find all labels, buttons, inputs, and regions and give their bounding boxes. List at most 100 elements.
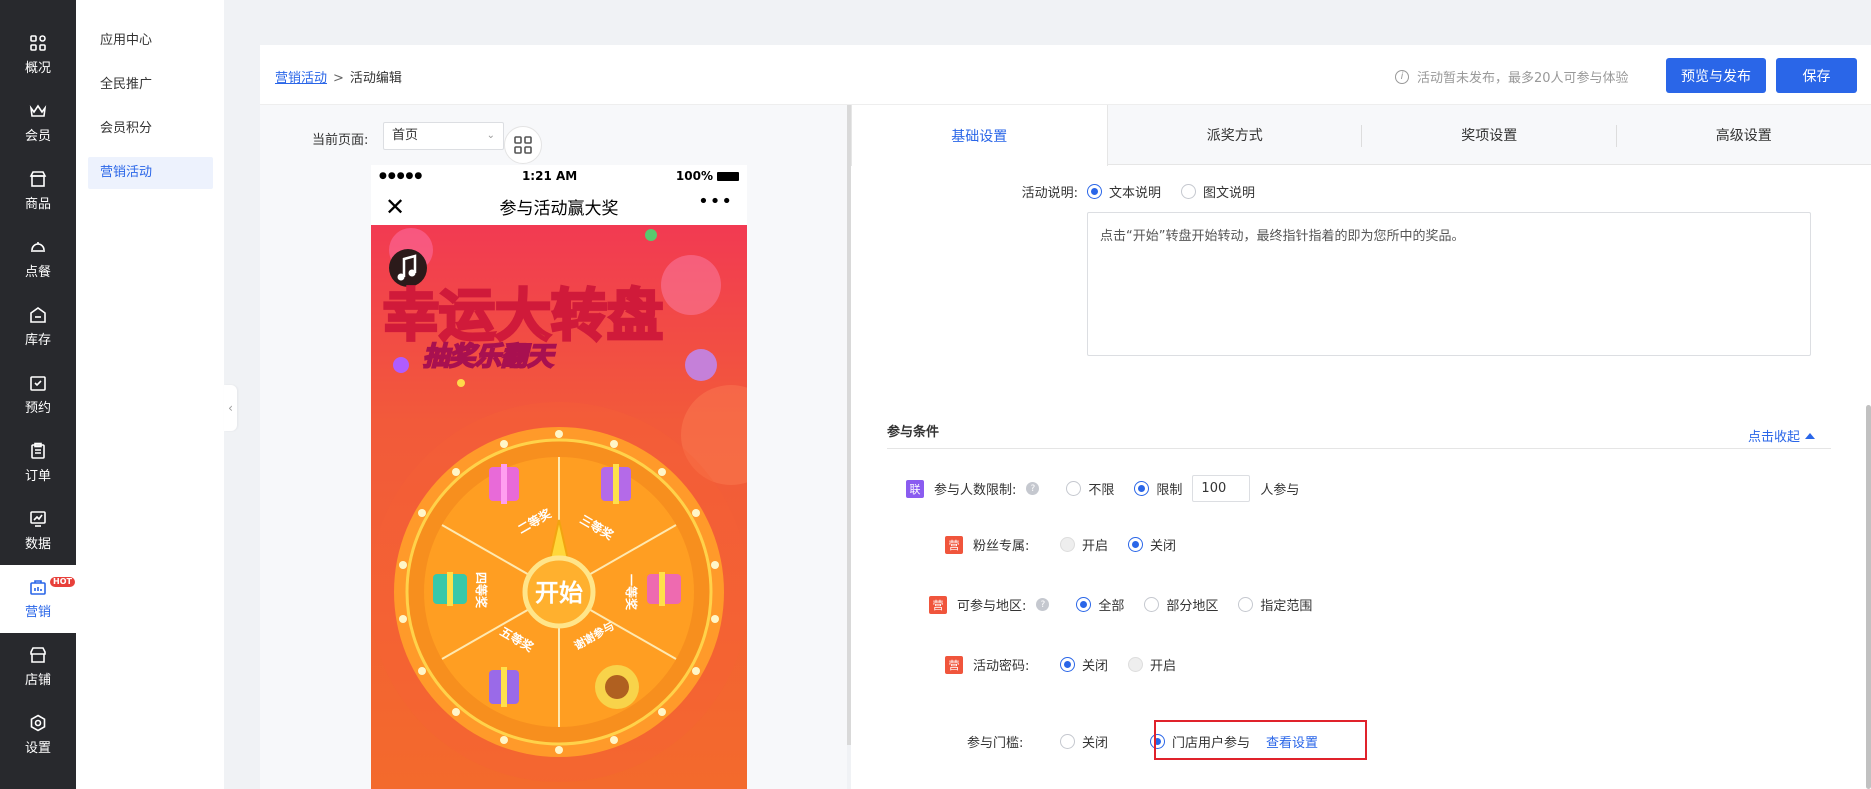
- union-tag: 联: [906, 479, 924, 498]
- subnav-item-promotion[interactable]: 全民推广: [88, 69, 213, 101]
- gift-icon: [595, 665, 639, 709]
- notice-text: 活动暂未发布，最多20人可参与体验: [1417, 71, 1629, 86]
- prize-label: 一等奖: [624, 574, 639, 611]
- save-button[interactable]: 保存: [1776, 58, 1857, 93]
- desc-textarea[interactable]: 点击“开始”转盘开始转动，最终指针指着的即为您所中的奖品。: [1087, 212, 1811, 356]
- help-icon[interactable]: ?: [1026, 482, 1040, 495]
- gift-icon: [433, 572, 467, 606]
- more-icon[interactable]: •••: [698, 191, 733, 212]
- page-select[interactable]: 首页 ⌄: [383, 122, 504, 150]
- clipboard-icon: [31, 442, 45, 459]
- nav-item-data[interactable]: 数据: [0, 497, 76, 565]
- nav-item-marketing[interactable]: HOT 营销: [0, 565, 76, 633]
- nav-label: 设置: [24, 741, 51, 756]
- close-icon[interactable]: ✕: [385, 193, 405, 221]
- settings-tabs: 基础设置 派奖方式 奖项设置 高级设置: [851, 105, 1871, 166]
- breadcrumb-link[interactable]: 营销活动: [275, 71, 327, 86]
- radio-fans-off[interactable]: 关闭: [1128, 535, 1176, 554]
- battery-icon: [716, 172, 739, 181]
- gift-icon: [647, 572, 681, 606]
- preview-publish-button[interactable]: 预览与发布: [1666, 58, 1766, 93]
- wheel-stage: 幸运大转盘 抽奖乐翻天 二等奖 三等奖 一等奖 谢谢参与 五等奖 四等奖 开始: [371, 225, 747, 789]
- marketing-tag: 营: [945, 535, 963, 554]
- radio-region-range[interactable]: 指定范围: [1238, 595, 1312, 614]
- tab-basic-settings[interactable]: 基础设置: [851, 105, 1108, 166]
- subnav-item-app-center[interactable]: 应用中心: [88, 25, 213, 57]
- gift-icon: [489, 464, 519, 504]
- settings-panel: 基础设置 派奖方式 奖项设置 高级设置 活动说明: 文本说明 图文说明 点击“开…: [851, 105, 1871, 789]
- radio-region-partial[interactable]: 部分地区: [1144, 595, 1218, 614]
- scrollbar[interactable]: [1866, 405, 1871, 789]
- subnav-item-marketing-activity[interactable]: 营销活动: [88, 157, 213, 189]
- nav-item-settings[interactable]: 设置: [0, 701, 76, 769]
- tab-prize-settings[interactable]: 奖项设置: [1362, 105, 1617, 164]
- marketing-tag: 营: [945, 655, 963, 674]
- subnav-item-points[interactable]: 会员积分: [88, 113, 213, 145]
- chart-icon: [30, 511, 46, 527]
- current-page-label: 当前页面:: [312, 133, 369, 148]
- phone-titlebar: ✕ 参与活动赢大奖 •••: [371, 187, 747, 225]
- nav-item-booking[interactable]: 预约: [0, 361, 76, 429]
- cloche-icon: [31, 242, 45, 252]
- people-limit-row: 联 参与人数限制: ? 不限 限制 100 人参与: [906, 475, 1299, 502]
- nav-item-overview[interactable]: 概况: [0, 21, 76, 89]
- password-row: 营 活动密码: 关闭 开启: [945, 655, 1196, 674]
- wheel-start-button: 开始: [535, 579, 583, 607]
- banner-title: 幸运大转盘: [383, 284, 663, 349]
- nav-item-order-food[interactable]: 点餐: [0, 225, 76, 293]
- phone-page-title: 参与活动赢大奖: [499, 198, 619, 219]
- breadcrumb-separator: >: [333, 71, 344, 86]
- radio-threshold-off[interactable]: 关闭: [1060, 732, 1108, 751]
- people-limit-label: 参与人数限制:: [934, 483, 1017, 498]
- nav-item-shop[interactable]: 店铺: [0, 633, 76, 701]
- info-icon: i: [1395, 69, 1409, 84]
- crown-icon: [29, 104, 47, 117]
- radio-fans-on[interactable]: 开启: [1060, 535, 1108, 554]
- nav-item-member[interactable]: 会员: [0, 89, 76, 157]
- radio-password-off[interactable]: 关闭: [1060, 655, 1108, 674]
- tab-award-method[interactable]: 派奖方式: [1108, 105, 1363, 164]
- help-icon[interactable]: ?: [1036, 598, 1050, 611]
- region-label: 可参与地区:: [957, 599, 1027, 614]
- region-row: 营 可参与地区: ? 全部 部分地区 指定范围: [929, 595, 1332, 614]
- section-title: 参与条件: [887, 425, 940, 440]
- desc-label: 活动说明:: [1021, 186, 1078, 201]
- gift-icon: [601, 464, 631, 504]
- nav-item-orders[interactable]: 订单: [0, 429, 76, 497]
- nav-item-goods[interactable]: 商品: [0, 157, 76, 225]
- component-grid-button[interactable]: [504, 126, 542, 164]
- triangle-up-icon: [1805, 432, 1816, 439]
- chevron-down-icon: ⌄: [486, 130, 495, 141]
- main-nav: 概况 会员 商品 点餐 库存 预约 订单 数据 HOT 营销 店铺 设置: [0, 0, 76, 789]
- nav-label: 会员: [24, 129, 51, 144]
- marketing-bag-icon: [30, 580, 46, 595]
- radio-image-desc[interactable]: 图文说明: [1181, 182, 1255, 201]
- prize-label: 四等奖: [474, 572, 489, 609]
- radio-text-desc[interactable]: 文本说明: [1087, 182, 1161, 201]
- highlight-box: [1154, 720, 1367, 760]
- tab-advanced-settings[interactable]: 高级设置: [1617, 105, 1871, 164]
- sub-nav: 应用中心 全民推广 会员积分 营销活动: [76, 0, 224, 789]
- collapse-link[interactable]: 点击收起: [1748, 426, 1816, 445]
- divider: [887, 448, 1831, 449]
- collapse-subnav-handle[interactable]: ‹: [224, 385, 237, 431]
- radio-password-on[interactable]: 开启: [1128, 655, 1176, 674]
- phone-preview: ●●●●● 1:21 AM 100% ✕ 参与活动赢大奖 ••• 幸运大转盘 抽…: [371, 165, 747, 789]
- battery-text: 100%: [675, 169, 713, 183]
- nav-label: 概况: [24, 61, 51, 76]
- desc-row: 活动说明: 文本说明 图文说明: [968, 182, 1275, 201]
- nav-item-inventory[interactable]: 库存: [0, 293, 76, 361]
- publish-notice: i 活动暂未发布，最多20人可参与体验: [1395, 67, 1629, 86]
- status-time: 1:21 AM: [521, 169, 578, 183]
- radio-unlimited[interactable]: 不限: [1066, 479, 1114, 498]
- threshold-label: 参与门槛:: [967, 736, 1024, 751]
- banner-subtitle: 抽奖乐翻天: [423, 342, 556, 372]
- radio-limited[interactable]: 限制: [1134, 479, 1182, 498]
- gear-icon: [30, 714, 46, 732]
- wheel-illustration: 幸运大转盘 抽奖乐翻天 二等奖 三等奖 一等奖 谢谢参与 五等奖 四等奖 开始: [371, 228, 747, 782]
- nav-label: 店铺: [24, 673, 51, 688]
- people-limit-input[interactable]: 100: [1192, 475, 1251, 502]
- radio-region-all[interactable]: 全部: [1076, 595, 1124, 614]
- chevron-left-icon: ‹: [228, 401, 233, 415]
- calendar-check-icon: [30, 376, 46, 391]
